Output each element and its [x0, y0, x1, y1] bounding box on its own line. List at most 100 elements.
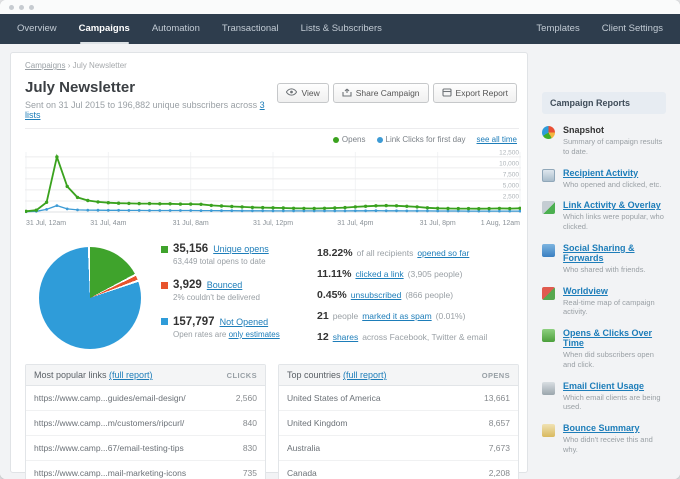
window-control-icon[interactable]	[9, 4, 14, 10]
linkactivity-icon	[542, 201, 555, 215]
table-header: Most popular links (full report) CLICKS	[26, 365, 265, 387]
stat-subtext: Open rates are only estimates	[173, 330, 309, 340]
bounced-link[interactable]: Bounced	[207, 280, 243, 290]
table-title-text: Top countries	[287, 370, 344, 381]
campaign-title-block: July Newsletter Sent on 31 Jul 2015 to 1…	[25, 79, 277, 120]
svg-text:31 Jul, 4am: 31 Jul, 4am	[90, 220, 126, 227]
stat-row-pre: people	[332, 311, 359, 321]
stat-row-value: 18.22%	[317, 247, 353, 259]
clicked-a-link-link[interactable]: clicked a link	[355, 269, 403, 279]
row-label[interactable]: https://www.camp...m/customers/ripcurl/	[34, 418, 184, 428]
snapshot-overview: 35,156 Unique opens 63,449 total opens to …	[25, 243, 521, 352]
table-row: United States of America 13,661	[279, 386, 518, 412]
row-label[interactable]: https://www.camp...67/email-testing-tips	[34, 443, 184, 453]
opens-clicks-chart[interactable]: 2,500 5,000 7,500 10,000 12,500 31 Jul, 12am 3…	[24, 148, 522, 235]
unsubscribed-link[interactable]: unsubscribed	[351, 290, 402, 300]
svg-text:31 Jul, 4pm: 31 Jul, 4pm	[337, 220, 373, 227]
view-label: View	[301, 88, 320, 98]
window-control-icon[interactable]	[19, 4, 24, 10]
sidebar-item-title[interactable]: Opens & Clicks Over Time	[563, 328, 666, 348]
not-opened-link[interactable]: Not Opened	[220, 317, 269, 327]
window-titlebar	[0, 0, 680, 14]
row-value: 2,208	[488, 468, 510, 479]
page-title: July Newsletter	[25, 79, 136, 96]
sidebar-item-social-sharing-forwards: Social Sharing & Forwards Who shared with…	[542, 243, 666, 275]
sidebar-item-title[interactable]: Snapshot	[563, 125, 666, 135]
sidebar-item-title[interactable]: Recipient Activity	[563, 168, 661, 178]
share-campaign-button[interactable]: Share Campaign	[332, 83, 429, 103]
eye-icon	[286, 88, 298, 98]
stat-row-value: 12	[317, 331, 329, 343]
breadcrumb-campaigns-link[interactable]: Campaigns	[25, 61, 65, 70]
table-row: United Kingdom 8,657	[279, 411, 518, 437]
table-title-text: Most popular links	[34, 370, 110, 381]
sidebar-item-title[interactable]: Worldview	[563, 286, 666, 296]
sidebar-item-body: Social Sharing & Forwards Who shared with…	[563, 243, 666, 275]
shares-link[interactable]: shares	[333, 332, 359, 342]
page-content: Campaigns › July Newsletter July Newslet…	[0, 44, 680, 479]
sidebar-item-body: Worldview Real-time map of campaign activ…	[563, 286, 666, 318]
sidebar-item-title[interactable]: Social Sharing & Forwards	[563, 243, 666, 263]
window-control-icon[interactable]	[29, 4, 34, 10]
row-value: 7,673	[488, 443, 510, 454]
sidebar-item-title[interactable]: Link Activity & Overlay	[563, 200, 666, 210]
breadcrumb-separator: ›	[67, 61, 71, 70]
nav-bar: Overview Campaigns Automation Transactional…	[0, 14, 680, 44]
campaign-header: July Newsletter Sent on 31 Jul 2015 to 1…	[25, 79, 521, 120]
sidebar-item-desc: Who shared with friends.	[563, 264, 646, 274]
delivery-stats: 35,156 Unique opens 63,449 total opens to …	[161, 243, 309, 352]
share-icon	[342, 88, 352, 99]
svg-text:1 Aug, 12am: 1 Aug, 12am	[481, 220, 520, 227]
svg-text:5,000: 5,000	[503, 182, 520, 189]
table-column-label: CLICKS	[226, 370, 257, 380]
row-value: 830	[242, 443, 257, 454]
snapshot-icon	[542, 126, 555, 139]
see-all-time-link[interactable]: see all time	[477, 135, 517, 144]
row-label[interactable]: https://www.camp...guides/email-design/	[34, 393, 186, 403]
bounced-swatch-icon	[161, 281, 168, 289]
sidebar-item-worldview: Worldview Real-time map of campaign activ…	[542, 286, 666, 318]
nav-item-automation[interactable]: Automation	[141, 14, 211, 44]
stat-row-unsubscribed: 0.45% unsubscribed (866 people)	[317, 289, 487, 301]
stat-not-opened: 157,797 Not Opened Open rates are only est…	[161, 316, 309, 340]
nav-item-client-settings[interactable]: Client Settings	[591, 14, 674, 44]
marked-it-as-spam-link[interactable]: marked it as spam	[362, 311, 431, 321]
stat-head: 3,929 Bounced	[161, 279, 309, 291]
table-title: Top countries (full report)	[287, 370, 387, 380]
emailclient-icon	[542, 381, 555, 395]
opened-so-far-link[interactable]: opened so far	[417, 248, 469, 258]
table-header: Top countries (full report) OPENS	[279, 365, 518, 387]
row-value: 2,560	[235, 393, 257, 404]
row-value: 8,657	[488, 418, 510, 429]
sidebar-item-body: Recipient Activity Who opened and clicked…	[563, 168, 661, 190]
chart-svg: 2,500 5,000 7,500 10,000 12,500 31 Jul, 12am 3…	[24, 149, 522, 227]
stat-row-value: 11.11%	[317, 268, 352, 280]
svg-text:31 Jul, 8am: 31 Jul, 8am	[173, 220, 209, 227]
full-report-link[interactable]: (full report)	[343, 370, 387, 380]
row-label: United States of America	[287, 393, 381, 404]
nav-item-overview[interactable]: Overview	[6, 14, 68, 44]
unique-opens-link[interactable]: Unique opens	[213, 244, 269, 254]
chart-legend: Opens Link Clicks for first day see all ti…	[25, 129, 521, 148]
sidebar-item-title[interactable]: Bounce Summary	[563, 423, 666, 433]
stat-head: 157,797 Not Opened	[161, 316, 309, 328]
nav-item-lists-subscribers[interactable]: Lists & Subscribers	[290, 14, 393, 44]
export-report-button[interactable]: Export Report	[432, 83, 517, 103]
sidebar-item-title[interactable]: Email Client Usage	[563, 381, 666, 391]
svg-text:31 Jul, 12am: 31 Jul, 12am	[26, 220, 66, 227]
sidebar-item-body: Bounce Summary Who didn't receive this an…	[563, 423, 666, 455]
nav-item-campaigns[interactable]: Campaigns	[68, 14, 141, 44]
nav-item-transactional[interactable]: Transactional	[211, 14, 290, 44]
stat-row-post: (0.01%)	[435, 311, 466, 321]
row-label[interactable]: https://www.camp...mail-marketing-icons	[34, 468, 186, 478]
export-icon	[441, 87, 452, 99]
full-report-link[interactable]: (full report)	[109, 370, 153, 380]
sidebar-item-body: Opens & Clicks Over Time When did subscri…	[563, 328, 666, 370]
legend-label: Opens	[341, 135, 366, 144]
table-title: Most popular links (full report)	[34, 370, 153, 380]
sidebar-item-desc: Which email clients are being used.	[563, 392, 661, 412]
engagement-stats: 18.22% of all recipients opened so far 11.1…	[317, 243, 487, 352]
only-estimates-link[interactable]: only estimates	[229, 330, 280, 339]
nav-item-templates[interactable]: Templates	[525, 14, 590, 44]
view-button[interactable]: View	[277, 83, 329, 103]
